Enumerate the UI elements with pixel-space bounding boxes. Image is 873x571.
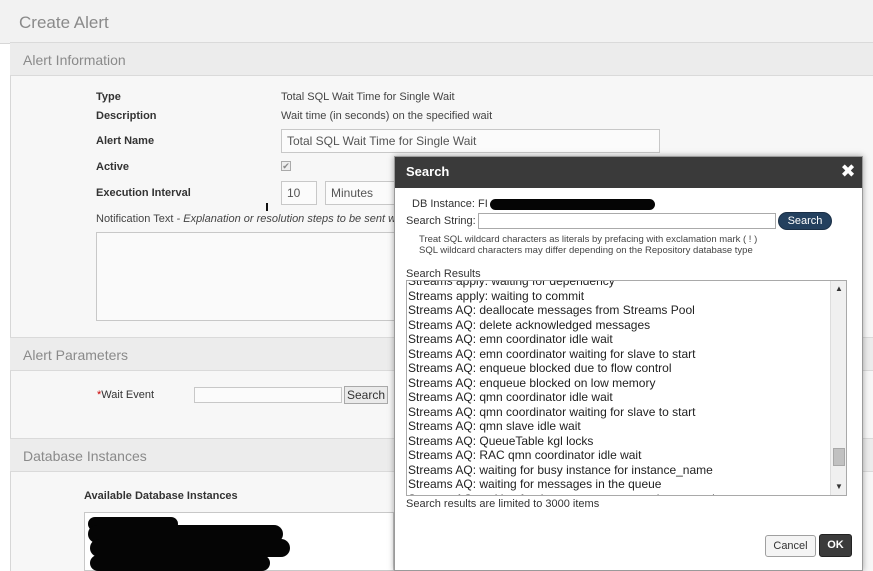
notification-textarea[interactable] [96,232,396,321]
wait-event-input[interactable] [194,387,342,403]
page-title: Create Alert [0,0,873,44]
results-items: Streams apply: waiting for dependency Str… [407,281,831,496]
close-icon[interactable]: ✖ [838,161,858,181]
description-value: Wait time (in seconds) on the specified … [281,110,493,122]
list-item[interactable]: Streams AQ: waiting for messages in the … [407,477,831,492]
text-cursor-marker [266,203,268,211]
dialog-search-button[interactable]: Search [778,212,832,230]
list-item[interactable]: Streams AQ: qmn coordinator waiting for … [407,405,831,420]
search-string-input[interactable] [478,213,776,229]
wait-event-search-button[interactable]: Search [344,386,389,404]
available-db-instances-label: Available Database Instances [84,490,238,502]
list-item[interactable]: Streams AQ: waiting for time management … [407,492,831,496]
ok-button[interactable]: OK [819,534,852,557]
interval-value-input[interactable]: 10 [281,181,317,205]
results-scrollbar[interactable]: ▲ ▼ [830,281,846,495]
type-value: Total SQL Wait Time for Single Wait [281,91,455,103]
list-item[interactable]: Streams apply: waiting for dependency [407,281,831,289]
wait-event-label: *Wait Event [97,389,154,401]
results-limit-note: Search results are limited to 3000 items [406,498,600,510]
interval-unit-select[interactable]: Minutes [325,181,400,205]
list-item[interactable]: Streams AQ: qmn coordinator idle wait [407,390,831,405]
alert-name-label: Alert Name [96,135,155,147]
list-item[interactable]: Streams apply: waiting to commit [407,289,831,304]
list-item[interactable]: Streams AQ: delete acknowledged messages [407,318,831,333]
search-dialog-title: Search [395,157,862,188]
description-label: Description [96,110,157,122]
search-results-label: Search Results [406,268,481,280]
list-item[interactable]: Streams AQ: enqueue blocked due to flow … [407,361,831,376]
notification-label: Notification Text [96,213,174,225]
notification-text-label: Notification Text - Explanation or resol… [96,213,394,225]
type-label: Type [96,91,121,103]
wildcard-hint-2: SQL wildcard characters may differ depen… [419,245,753,256]
list-item[interactable]: Streams AQ: RAC qmn coordinator idle wai… [407,448,831,463]
list-item[interactable]: Streams AQ: emn coordinator waiting for … [407,347,831,362]
active-checkbox[interactable]: ✔ [281,161,291,171]
scroll-thumb[interactable] [833,448,845,466]
execution-interval-label: Execution Interval [96,187,191,199]
redaction-mark [90,555,270,571]
list-item[interactable]: Streams AQ: emn coordinator idle wait [407,332,831,347]
list-item[interactable]: Streams AQ: waiting for busy instance fo… [407,463,831,478]
alert-information-header[interactable]: Alert Information [10,42,873,76]
active-label: Active [96,161,130,173]
redaction-mark [490,199,655,210]
wait-event-text: Wait Event [101,389,155,401]
search-dialog: Search ✖ DB Instance: FI Search String: … [394,156,863,571]
wildcard-hint-1: Treat SQL wildcard characters as literal… [419,234,758,245]
list-item[interactable]: Streams AQ: enqueue blocked on low memor… [407,376,831,391]
cancel-button[interactable]: Cancel [765,535,816,557]
scroll-down-icon[interactable]: ▼ [831,480,846,494]
notification-hint: - Explanation or resolution steps to be … [173,213,395,225]
list-item[interactable]: Streams AQ: qmn slave idle wait [407,419,831,434]
alert-name-input[interactable]: Total SQL Wait Time for Single Wait [281,129,660,153]
available-db-instances-list[interactable] [84,512,394,571]
search-results-list[interactable]: Streams apply: waiting for dependency Str… [406,280,847,496]
scroll-up-icon[interactable]: ▲ [831,282,846,296]
search-string-label: Search String: [406,215,476,227]
db-instance-label: DB Instance: FI [412,198,488,210]
list-item[interactable]: Streams AQ: deallocate messages from Str… [407,303,831,318]
list-item[interactable]: Streams AQ: QueueTable kgl locks [407,434,831,449]
